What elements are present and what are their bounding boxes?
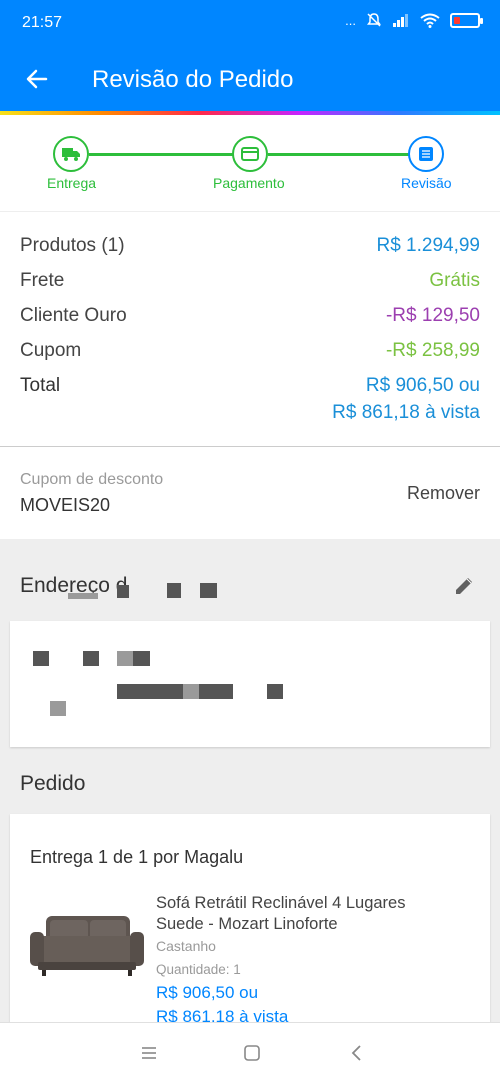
order-title: Pedido — [20, 772, 86, 795]
total-value: R$ 906,50 ou — [365, 375, 480, 396]
arrow-left-icon — [26, 69, 48, 89]
product-name: Sofá Retrátil Reclinável 4 Lugares Suede… — [156, 894, 406, 933]
coupon-section-label: Cupom de desconto — [20, 471, 164, 488]
back-button[interactable] — [22, 64, 52, 94]
wifi-icon — [420, 13, 440, 28]
edit-address-button[interactable] — [450, 572, 478, 600]
product-quantity: Quantidade: 1 — [156, 962, 241, 977]
summary-row-products: Produtos (1) R$ 1.294,99 — [20, 235, 480, 257]
redacted-block — [83, 651, 99, 666]
redacted-block — [117, 585, 129, 598]
summary-row-gold: Cliente Ouro -R$ 129,50 — [20, 305, 480, 327]
redacted-block — [117, 684, 183, 699]
bell-off-icon — [367, 13, 381, 27]
chevron-left-icon — [351, 1045, 361, 1061]
system-nav-bar — [0, 1022, 500, 1082]
app-bar: Revisão do Pedido — [0, 46, 500, 112]
redacted-block — [200, 583, 217, 598]
redacted-block — [68, 593, 98, 599]
coupon-code: MOVEIS20 — [20, 495, 111, 515]
coupon-value: -R$ 258,99 — [385, 340, 480, 361]
home-button[interactable] — [240, 1041, 264, 1065]
redacted-block — [183, 684, 199, 699]
summary-row-total-cash: R$ 861,18 à vista — [20, 402, 480, 424]
step-revisao — [408, 136, 444, 172]
total-cash-value: R$ 861,18 à vista — [332, 402, 480, 423]
card-icon — [241, 147, 259, 161]
step-label-pagamento: Pagamento — [213, 175, 285, 191]
step-entrega — [53, 136, 89, 172]
product-price: R$ 906,50 ou — [156, 983, 259, 1002]
total-label: Total — [20, 375, 61, 396]
summary-row-total: Total R$ 906,50 ou — [20, 375, 480, 397]
step-connector — [89, 153, 234, 156]
menu-button[interactable] — [137, 1041, 161, 1065]
more-dots-icon: ... — [345, 12, 356, 28]
products-value: R$ 1.294,99 — [376, 235, 480, 256]
redacted-block — [167, 583, 181, 598]
redacted-block — [50, 701, 66, 716]
summary-row-coupon: Cupom -R$ 258,99 — [20, 340, 480, 362]
summary-row-shipping: Frete Grátis — [20, 270, 480, 292]
remove-coupon-button[interactable]: Remover — [407, 483, 480, 504]
step-label-revisao: Revisão — [401, 175, 452, 191]
document-icon — [419, 147, 433, 161]
address-card[interactable] — [10, 621, 490, 747]
products-label: Produtos (1) — [20, 235, 125, 256]
step-connector — [268, 153, 409, 156]
product-color: Castanho — [156, 938, 216, 954]
page-title: Revisão do Pedido — [92, 66, 294, 93]
status-time: 21:57 — [22, 14, 63, 31]
status-icons: ... — [345, 12, 483, 28]
shipping-value: Grátis — [429, 270, 480, 291]
battery-icon — [450, 12, 483, 28]
step-label-entrega: Entrega — [47, 175, 97, 191]
square-icon — [244, 1045, 260, 1061]
signal-icon — [393, 14, 408, 27]
redacted-block — [199, 684, 233, 699]
sofa-image — [30, 916, 144, 976]
gold-label: Cliente Ouro — [20, 305, 127, 326]
gold-value: -R$ 129,50 — [385, 305, 480, 326]
step-pagamento — [232, 136, 268, 172]
redacted-block — [267, 684, 283, 699]
redacted-block — [33, 651, 49, 666]
shipping-label: Frete — [20, 270, 65, 291]
menu-icon — [142, 1047, 156, 1059]
system-back-button[interactable] — [345, 1041, 369, 1065]
truck-icon — [62, 148, 80, 161]
coupon-section: Cupom de desconto MOVEIS20 Remover — [0, 447, 500, 539]
order-card: Entrega 1 de 1 por Magalu Sofá Retrátil … — [10, 814, 490, 1030]
redacted-block — [117, 651, 133, 666]
status-bar: 21:57 ... — [0, 0, 500, 46]
redacted-block — [133, 651, 150, 666]
coupon-label: Cupom — [20, 340, 82, 361]
pencil-icon — [456, 578, 472, 594]
delivery-info: Entrega 1 de 1 por Magalu — [30, 847, 244, 867]
